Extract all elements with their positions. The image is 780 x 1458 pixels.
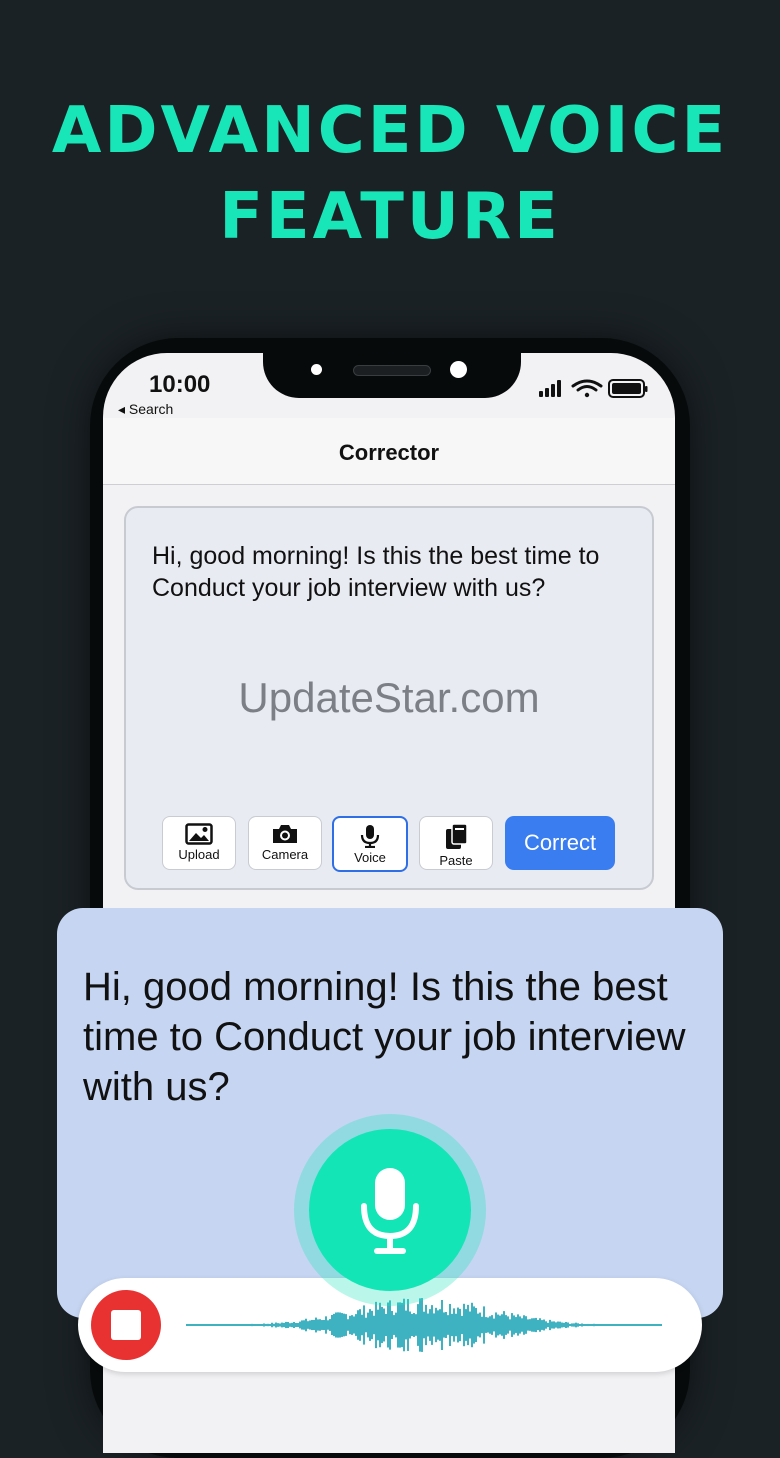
navigation-bar: Corrector xyxy=(103,418,675,485)
text-editor[interactable]: Hi, good morning! Is this the best time … xyxy=(124,506,654,890)
correct-button[interactable]: Correct xyxy=(505,816,615,870)
page-title: Corrector xyxy=(338,440,440,465)
back-to-search-link[interactable]: ◂ Search xyxy=(118,401,173,418)
camera-button[interactable]: Camera xyxy=(248,816,322,870)
image-icon xyxy=(185,823,213,845)
microphone-icon xyxy=(360,825,380,848)
upload-label: Upload xyxy=(178,847,220,862)
notch-speaker xyxy=(353,365,431,376)
phone-notch xyxy=(263,340,521,398)
camera-label: Camera xyxy=(261,847,309,862)
audio-waveform xyxy=(186,1298,662,1352)
front-camera xyxy=(450,361,467,378)
upload-button[interactable]: Upload xyxy=(162,816,236,870)
voice-button[interactable]: Voice xyxy=(332,816,408,872)
record-mic-button[interactable] xyxy=(309,1129,471,1291)
editor-text[interactable]: Hi, good morning! Is this the best time … xyxy=(152,540,632,604)
camera-icon xyxy=(273,825,297,843)
status-icons xyxy=(539,379,648,398)
stop-icon xyxy=(111,1310,141,1340)
headline-line-1: ADVANCED VOICE xyxy=(51,94,729,168)
microphone-icon xyxy=(361,1168,419,1254)
signal-icon xyxy=(539,380,561,397)
wifi-icon xyxy=(571,379,603,398)
notch-sensor xyxy=(311,364,322,375)
paste-button[interactable]: Paste xyxy=(419,816,493,870)
paste-icon xyxy=(446,823,468,849)
watermark: UpdateStar.com xyxy=(238,674,540,721)
stop-recording-button[interactable] xyxy=(91,1290,161,1360)
headline: ADVANCED VOICE FEATURE xyxy=(0,88,780,260)
paste-label: Paste xyxy=(439,853,473,868)
headline-line-2: FEATURE xyxy=(219,180,561,254)
battery-icon xyxy=(608,379,648,398)
voice-transcript-text: Hi, good morning! Is this the best time … xyxy=(83,965,686,1109)
voice-label: Voice xyxy=(354,850,386,865)
status-time: 10:00 xyxy=(149,371,211,398)
